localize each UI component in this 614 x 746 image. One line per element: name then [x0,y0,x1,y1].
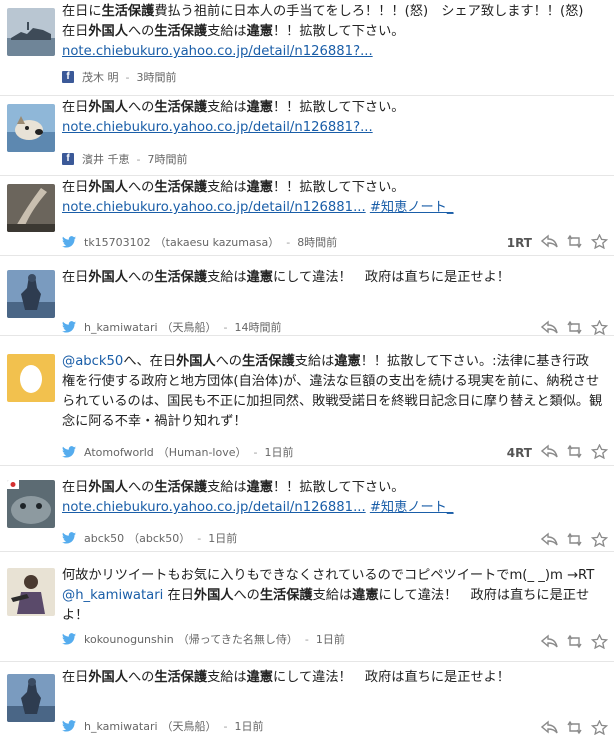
twitter-icon [62,446,76,458]
author-handle[interactable]: kokounogunshin [84,633,174,646]
post-meta: Atomofworld （Human-love） - 1日前 [62,444,294,460]
author-name[interactable]: （abck50） [128,530,190,546]
avatar[interactable] [7,674,55,722]
avatar[interactable] [7,270,55,318]
author-name[interactable]: 茂木 明 [82,69,119,85]
tweet-actions [541,634,608,649]
avatar[interactable] [7,184,55,232]
tweet-actions [541,320,608,335]
post-meta: kokounogunshin （帰ってきた名無し侍） - 1日前 [62,631,345,647]
author-name[interactable]: （takaesu kazumasa） [155,234,280,250]
post-meta: h_kamiwatari （天鳥船） - 14時間前 [62,319,282,335]
post-text: 何故かリツイートもお気に入りもできなくされているのでコピペツイートでm(_ _)… [62,568,595,623]
avatar[interactable] [7,8,55,56]
author-name[interactable]: 濱井 千恵 [82,151,130,167]
timestamp[interactable]: 7時間前 [147,151,187,167]
author-handle[interactable]: h_kamiwatari [84,321,158,334]
post-link[interactable]: note.chiebukuro.yahoo.co.jp/detail/n1268… [62,200,366,215]
social-feed: 在日に生活保護費払う祖前に日本人の手当てをしろ！！！(怒) シェア致します！！(… [0,0,614,746]
post-item: 在日に生活保護費払う祖前に日本人の手当てをしろ！！！(怒) シェア致します！！(… [0,0,614,96]
twitter-icon [62,633,76,645]
post-meta: tk15703102 （takaesu kazumasa） - 8時間前 [62,234,337,250]
reply-icon[interactable] [541,234,558,249]
post-meta: abck50 （abck50） - 1日前 [62,530,237,546]
timestamp[interactable]: 1日前 [316,631,345,647]
timestamp[interactable]: 8時間前 [297,234,337,250]
tweet-actions [541,532,608,547]
post-text: 在日外国人への生活保護支給は違憲！！拡散して下さい。 note.chiebuku… [62,180,454,215]
post-item: 在日外国人への生活保護支給は違憲！！拡散して下さい。 note.chiebuku… [0,176,614,256]
reply-icon[interactable] [541,634,558,649]
post-text: 在日外国人への生活保護支給は違憲にして違法！ 政府は直ちに是正せよ！ [62,270,510,285]
reply-icon[interactable] [541,532,558,547]
star-icon[interactable] [591,320,608,335]
author-name[interactable]: （天鳥船） [162,319,217,335]
timestamp[interactable]: 1日前 [265,444,294,460]
tweet-actions [541,234,608,249]
retweet-count: 1RT [506,236,532,250]
timestamp[interactable]: 1日前 [235,718,264,734]
hashtag-link[interactable]: #知恵ノート_ [370,500,454,515]
twitter-icon [62,532,76,544]
post-text: 在日外国人への生活保護支給は違憲にして違法！ 政府は直ちに是正せよ！ [62,670,510,685]
post-meta: h_kamiwatari （天鳥船） - 1日前 [62,718,264,734]
post-link[interactable]: note.chiebukuro.yahoo.co.jp/detail/n1268… [62,120,373,135]
post-item: @abck50へ、在日外国人への生活保護支給は違憲！！拡散して下さい。:法律に基… [0,336,614,466]
reply-icon[interactable] [541,320,558,335]
author-handle[interactable]: Atomofworld [84,446,154,459]
star-icon[interactable] [591,234,608,249]
star-icon[interactable] [591,444,608,459]
tweet-actions [541,444,608,459]
avatar[interactable] [7,568,55,616]
avatar[interactable] [7,104,55,152]
mention-link[interactable]: @h_kamiwatari [62,588,163,603]
retweet-icon[interactable] [566,720,583,735]
retweet-count: 4RT [506,446,532,460]
post-meta: f 濱井 千恵 - 7時間前 [62,151,187,167]
twitter-icon [62,720,76,732]
retweet-icon[interactable] [566,320,583,335]
timestamp[interactable]: 1日前 [208,530,237,546]
post-text: 在日外国人への生活保護支給は違憲！！拡散して下さい。 note.chiebuku… [62,480,454,515]
avatar[interactable] [7,354,55,402]
timestamp[interactable]: 14時間前 [235,319,282,335]
tweet-actions [541,720,608,735]
author-handle[interactable]: abck50 [84,532,124,545]
reply-icon[interactable] [541,720,558,735]
post-item: 在日外国人への生活保護支給は違憲！！拡散して下さい。 note.chiebuku… [0,466,614,552]
post-item: 在日外国人への生活保護支給は違憲！！拡散して下さい。 note.chiebuku… [0,96,614,176]
author-handle[interactable]: tk15703102 [84,236,151,249]
post-item: 在日外国人への生活保護支給は違憲にして違法！ 政府は直ちに是正せよ！ h_kam… [0,256,614,336]
post-link[interactable]: note.chiebukuro.yahoo.co.jp/detail/n1268… [62,500,366,515]
facebook-icon: f [62,153,74,165]
star-icon[interactable] [591,634,608,649]
author-name[interactable]: （天鳥船） [162,718,217,734]
twitter-icon [62,321,76,333]
facebook-icon: f [62,71,74,83]
retweet-icon[interactable] [566,634,583,649]
author-name[interactable]: （帰ってきた名無し侍） [178,631,298,647]
author-name[interactable]: （Human-love） [158,444,247,460]
post-item: 在日外国人への生活保護支給は違憲にして違法！ 政府は直ちに是正せよ！ h_kam… [0,662,614,746]
retweet-icon[interactable] [566,444,583,459]
post-meta: f 茂木 明 - 3時間前 [62,69,176,85]
avatar[interactable] [7,480,55,528]
post-item: 何故かリツイートもお気に入りもできなくされているのでコピペツイートでm(_ _)… [0,552,614,662]
retweet-icon[interactable] [566,532,583,547]
star-icon[interactable] [591,720,608,735]
post-text: 在日に生活保護費払う祖前に日本人の手当てをしろ！！！(怒) シェア致します！！(… [62,4,584,59]
post-text: 在日外国人への生活保護支給は違憲！！拡散して下さい。 note.chiebuku… [62,100,405,135]
twitter-icon [62,236,76,248]
retweet-icon[interactable] [566,234,583,249]
post-text: @abck50へ、在日外国人への生活保護支給は違憲！！拡散して下さい。:法律に基… [62,354,603,429]
mention-link[interactable]: @abck50 [62,354,123,369]
hashtag-link[interactable]: #知恵ノート_ [370,200,454,215]
author-handle[interactable]: h_kamiwatari [84,720,158,733]
timestamp[interactable]: 3時間前 [136,69,176,85]
star-icon[interactable] [591,532,608,547]
reply-icon[interactable] [541,444,558,459]
post-link[interactable]: note.chiebukuro.yahoo.co.jp/detail/n1268… [62,44,373,59]
